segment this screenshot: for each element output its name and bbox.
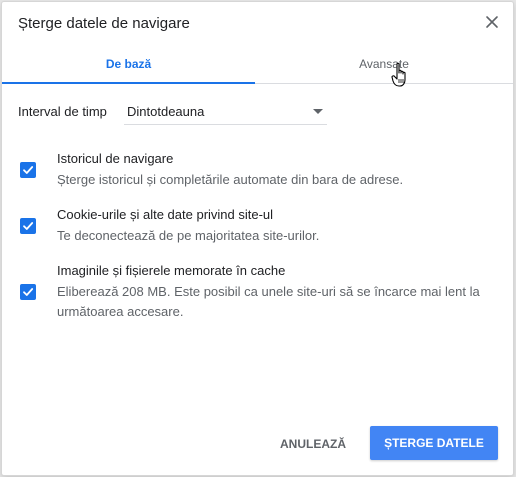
time-range-select[interactable]: Dintotdeauna (124, 99, 327, 125)
option-title: Imaginile și fișierele memorate în cache (57, 263, 286, 278)
tab-bar: De bază Avansate (2, 49, 513, 84)
tab-advanced[interactable]: Avansate (255, 49, 513, 83)
active-tab-indicator (2, 82, 255, 84)
time-range-value: Dintotdeauna (127, 104, 205, 119)
option-description: Te deconectează de pe majoritatea site-u… (57, 228, 320, 243)
cache-checkbox[interactable] (20, 284, 36, 300)
time-range-label: Interval de timp (18, 104, 107, 119)
checkmark-icon (23, 166, 34, 174)
tab-basic[interactable]: De bază (2, 49, 255, 84)
cookies-checkbox[interactable] (20, 218, 36, 234)
cancel-button[interactable]: ANULEAZĂ (270, 428, 356, 460)
browsing-history-checkbox[interactable] (20, 162, 36, 178)
tab-basic-label: De bază (105, 57, 152, 71)
option-title: Cookie-urile și alte date privind site-u… (57, 207, 274, 222)
checkmark-icon (23, 222, 34, 230)
close-button[interactable] (483, 13, 501, 31)
checkmark-icon (23, 288, 34, 296)
option-description: Șterge istoricul și completările automat… (57, 172, 404, 187)
dropdown-arrow-icon (313, 109, 323, 114)
dialog-title: Șterge datele de navigare (18, 15, 190, 32)
close-icon (486, 16, 498, 28)
clear-data-button[interactable]: ȘTERGE DATELE (370, 426, 498, 460)
clear-browsing-data-dialog: Șterge datele de navigare De bază Avansa… (2, 2, 513, 475)
option-title: Istoricul de navigare (57, 151, 174, 166)
option-description: Eliberează 208 MB. Este posibil ca unele… (57, 284, 480, 319)
tab-advanced-label: Avansate (359, 57, 409, 71)
